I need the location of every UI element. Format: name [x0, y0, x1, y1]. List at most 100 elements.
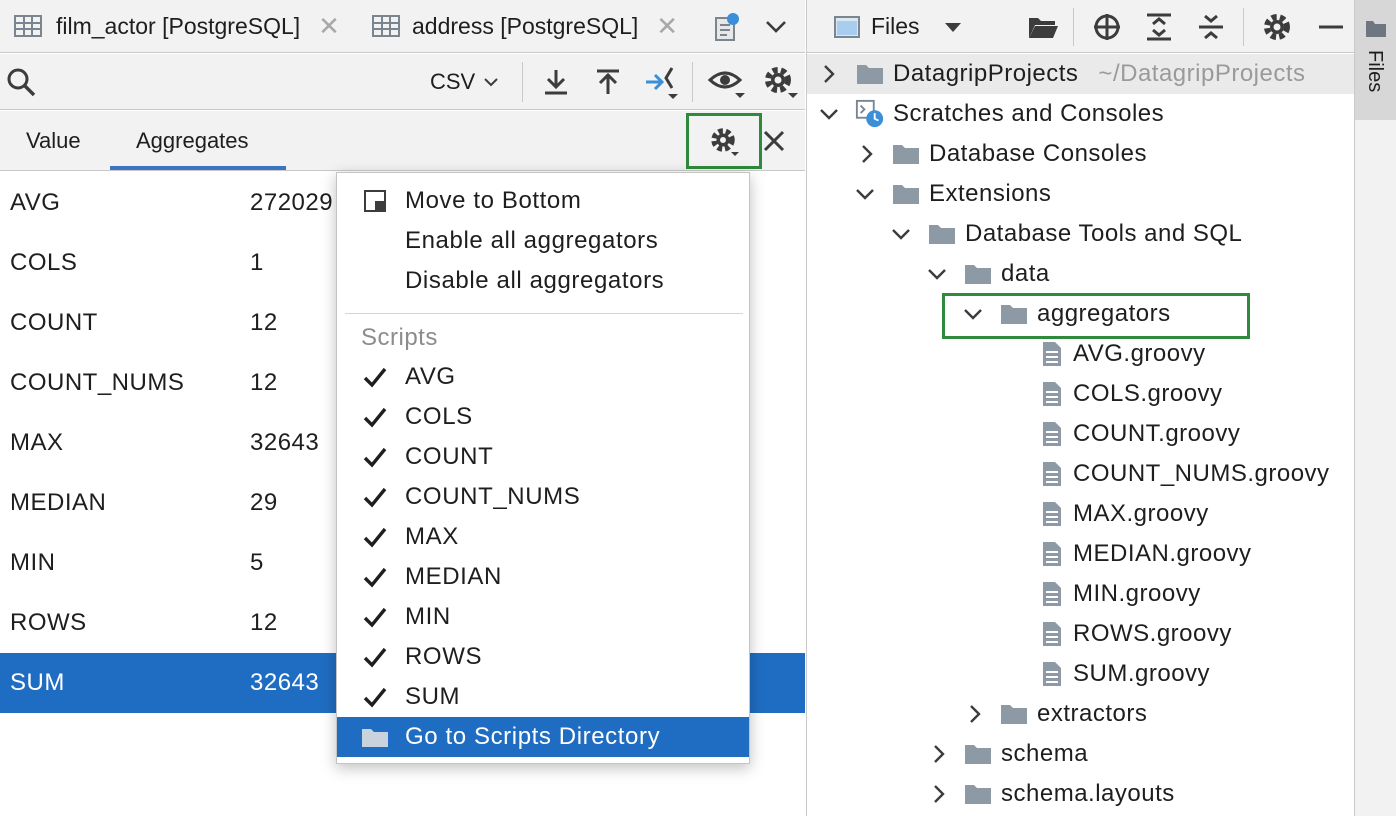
expand-all-icon[interactable]	[1141, 10, 1177, 44]
chevron-right-icon[interactable]	[927, 734, 951, 774]
menu-item-script-rows[interactable]: ROWS	[337, 637, 749, 677]
groovy-file-icon	[1037, 574, 1067, 614]
close-icon[interactable]	[758, 123, 790, 159]
tree-item-extractors[interactable]: extractors	[807, 694, 1355, 734]
aggregate-value: 12	[250, 309, 278, 336]
menu-item-label: SUM	[405, 683, 461, 710]
tree-item-avg-groovy[interactable]: AVG.groovy	[807, 334, 1355, 374]
menu-item-move-to-bottom[interactable]: Move to Bottom	[337, 181, 749, 221]
tree-item-label: Database Tools and SQL	[965, 220, 1243, 247]
chevron-right-icon[interactable]	[927, 774, 951, 814]
tree-item-label: AVG.groovy	[1073, 340, 1206, 367]
menu-item-script-median[interactable]: MEDIAN	[337, 557, 749, 597]
chevron-down-icon[interactable]	[817, 94, 841, 134]
tree-item-min-groovy[interactable]: MIN.groovy	[807, 574, 1355, 614]
tree-item-scratches-and-consoles[interactable]: Scratches and Consoles	[807, 94, 1355, 134]
aggregate-value: 32643	[250, 669, 320, 696]
chevron-right-icon[interactable]	[963, 694, 987, 734]
recent-files-icon[interactable]	[710, 10, 742, 44]
tree-item-label: schema	[1001, 740, 1089, 767]
compare-icon[interactable]	[642, 62, 682, 102]
tree-item-database-consoles[interactable]: Database Consoles	[807, 134, 1355, 174]
tab-aggregates[interactable]: Aggregates	[136, 111, 249, 171]
open-folder-icon[interactable]	[1025, 10, 1061, 44]
menu-item-label: COUNT_NUMS	[405, 483, 581, 510]
aggregates-settings-menu: Move to Bottom Enable all aggregators Di…	[336, 172, 750, 764]
tree-item-label: COUNT_NUMS.groovy	[1073, 460, 1330, 487]
files-view-dropdown[interactable]: Files	[871, 0, 962, 53]
menu-item-script-count-nums[interactable]: COUNT_NUMS	[337, 477, 749, 517]
menu-item-label: Move to Bottom	[405, 187, 582, 214]
tree-item-path: ~/DatagripProjects	[1098, 60, 1306, 87]
menu-item-script-sum[interactable]: SUM	[337, 677, 749, 717]
aggregate-name: MEDIAN	[10, 489, 107, 516]
tree-item-count-groovy[interactable]: COUNT.groovy	[807, 414, 1355, 454]
close-icon[interactable]: ✕	[318, 11, 340, 42]
settings-gear-icon[interactable]	[760, 62, 800, 102]
tree-item-label: DatagripProjects ~/DatagripProjects	[893, 60, 1306, 87]
tree-item-extensions[interactable]: Extensions	[807, 174, 1355, 214]
tree-item-cols-groovy[interactable]: COLS.groovy	[807, 374, 1355, 414]
menu-item-label: AVG	[405, 363, 456, 390]
upload-icon[interactable]	[592, 64, 624, 100]
tree-item-count-nums-groovy[interactable]: COUNT_NUMS.groovy	[807, 454, 1355, 494]
aggregate-value: 32643	[250, 429, 320, 456]
editor-tab-bar: film_actor [PostgreSQL] ✕ address [Postg…	[0, 0, 805, 53]
groovy-file-icon	[1037, 494, 1067, 534]
download-icon[interactable]	[540, 64, 572, 100]
tree-item-max-groovy[interactable]: MAX.groovy	[807, 494, 1355, 534]
tab-film-actor[interactable]: film_actor [PostgreSQL] ✕	[14, 0, 340, 53]
tree-item-median-groovy[interactable]: MEDIAN.groovy	[807, 534, 1355, 574]
menu-item-script-max[interactable]: MAX	[337, 517, 749, 557]
header-separator	[1073, 8, 1074, 46]
tree-item-rows-groovy[interactable]: ROWS.groovy	[807, 614, 1355, 654]
tree-item-datagripprojects[interactable]: DatagripProjects ~/DatagripProjects	[807, 54, 1355, 94]
checkmark-icon	[359, 557, 391, 597]
chevron-right-icon[interactable]	[817, 54, 841, 94]
tree-item-database-tools-and-sql[interactable]: Database Tools and SQL	[807, 214, 1355, 254]
aggregate-value: 12	[250, 369, 278, 396]
menu-item-script-min[interactable]: MIN	[337, 597, 749, 637]
folder-icon	[891, 174, 921, 214]
format-dropdown[interactable]: CSV	[430, 54, 499, 110]
menu-item-label: MAX	[405, 523, 459, 550]
tree-item-schema-layouts[interactable]: schema.layouts	[807, 774, 1355, 814]
tab-value[interactable]: Value	[26, 111, 81, 171]
menu-item-script-cols[interactable]: COLS	[337, 397, 749, 437]
tab-address[interactable]: address [PostgreSQL] ✕	[372, 0, 678, 53]
chevron-down-icon[interactable]	[889, 214, 913, 254]
collapse-all-icon[interactable]	[1193, 10, 1229, 44]
table-icon	[372, 14, 402, 39]
tree-item-label: ROWS.groovy	[1073, 620, 1232, 647]
search-icon[interactable]	[4, 64, 38, 100]
menu-item-go-to-scripts-directory[interactable]: Go to Scripts Directory	[337, 717, 749, 757]
settings-gear-icon[interactable]	[1259, 10, 1295, 44]
menu-item-enable-all[interactable]: Enable all aggregators	[337, 221, 749, 261]
value-aggregates-tabs: Value Aggregates	[0, 111, 805, 171]
eye-icon[interactable]	[706, 62, 748, 102]
aggregate-name: COLS	[10, 249, 78, 276]
close-icon[interactable]: ✕	[656, 11, 678, 42]
menu-item-label: COUNT	[405, 443, 494, 470]
files-stripe-label: Files	[1364, 50, 1386, 93]
checkmark-icon	[359, 597, 391, 637]
chevron-down-icon[interactable]	[925, 254, 949, 294]
locate-target-icon[interactable]	[1089, 10, 1125, 44]
tool-window-stripe: Files	[1354, 0, 1396, 816]
files-tool-window: Files DatagripProjects ~/DatagripProjects	[806, 0, 1355, 816]
chevron-down-icon[interactable]	[853, 174, 877, 214]
menu-item-script-count[interactable]: COUNT	[337, 437, 749, 477]
table-icon	[14, 14, 44, 39]
chevron-right-icon[interactable]	[855, 134, 879, 174]
menu-item-disable-all[interactable]: Disable all aggregators	[337, 261, 749, 301]
chevron-down-icon[interactable]	[760, 12, 792, 42]
tree-item-data[interactable]: data	[807, 254, 1355, 294]
tree-item-schema[interactable]: schema	[807, 734, 1355, 774]
aggregate-value: 5	[250, 549, 264, 576]
minimize-icon[interactable]	[1313, 10, 1349, 44]
tree-item-sum-groovy[interactable]: SUM.groovy	[807, 654, 1355, 694]
menu-item-script-avg[interactable]: AVG	[337, 357, 749, 397]
folder-icon	[359, 717, 391, 757]
files-stripe-button[interactable]: Files	[1355, 0, 1396, 120]
checkmark-icon	[359, 357, 391, 397]
